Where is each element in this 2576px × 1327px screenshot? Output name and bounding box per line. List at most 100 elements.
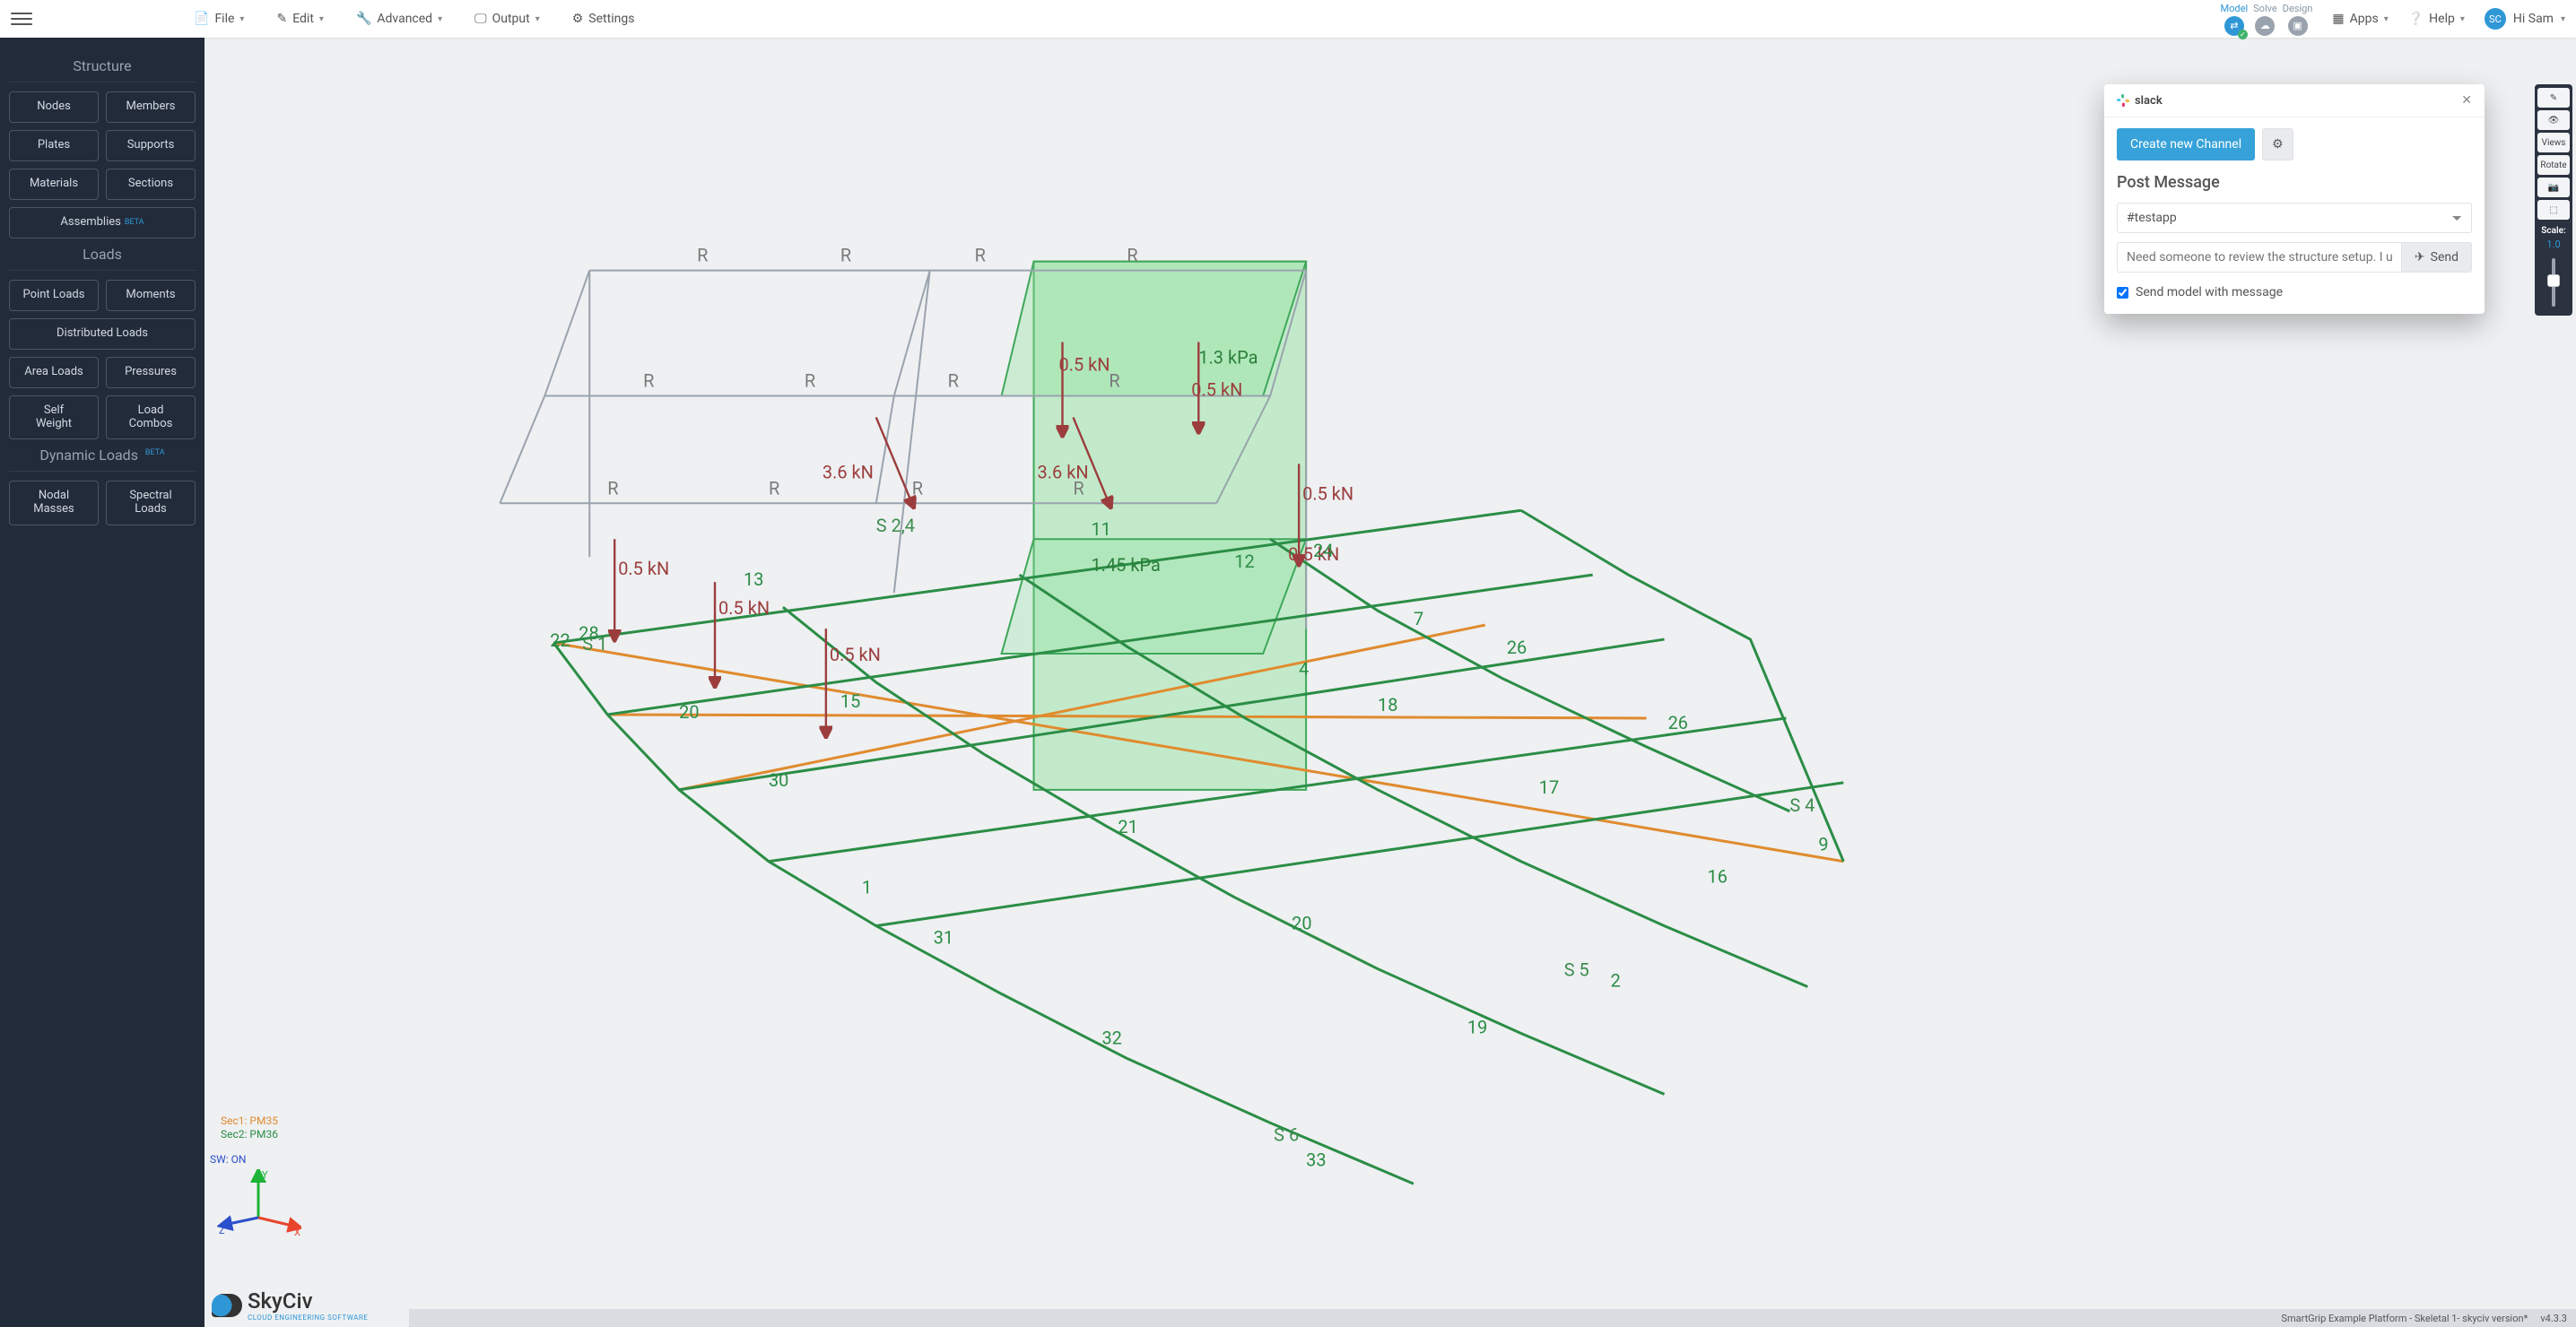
btn-self-weight[interactable]: Self Weight: [9, 395, 99, 440]
menu-settings-label: Settings: [588, 12, 634, 26]
svg-text:20: 20: [1292, 913, 1311, 934]
btn-point-loads[interactable]: Point Loads: [9, 280, 99, 311]
svg-text:R: R: [607, 477, 618, 499]
svg-text:Y: Y: [262, 1169, 268, 1181]
axis-triad: Y X Z: [217, 1169, 301, 1241]
camera-button[interactable]: 📷: [2537, 178, 2570, 197]
send-button[interactable]: ✈ Send: [2401, 242, 2472, 273]
scale-slider-thumb[interactable]: [2547, 274, 2560, 287]
user-greeting: Hi Sam: [2513, 12, 2554, 26]
send-button-label: Send: [2431, 250, 2459, 265]
force-label: 3.6 kN: [1038, 461, 1089, 482]
visibility-button[interactable]: 👁: [2537, 110, 2570, 130]
slack-settings-button[interactable]: ⚙: [2262, 128, 2293, 160]
svg-text:20: 20: [679, 701, 699, 723]
svg-text:22: 22: [550, 629, 570, 651]
menu-edit-label: Edit: [292, 12, 314, 26]
svg-text:12: 12: [1234, 551, 1254, 572]
chevron-down-icon: ▾: [239, 14, 244, 24]
channel-select[interactable]: #testapp: [2117, 203, 2472, 233]
btn-plates[interactable]: Plates: [9, 130, 99, 161]
svg-text:26: 26: [1507, 637, 1527, 658]
force-label: 0.5 kN: [618, 558, 669, 579]
force-label: 0.5 kN: [1302, 482, 1353, 504]
force-label: 0.5 kN: [1059, 353, 1110, 375]
menu-apps[interactable]: ▦ Apps ▾: [2332, 12, 2388, 26]
btn-moments[interactable]: Moments: [106, 280, 196, 311]
slack-panel: slack ✕ Create new Channel ⚙ Post Messag…: [2104, 84, 2485, 314]
menu-apps-label: Apps: [2350, 12, 2379, 26]
user-menu[interactable]: SC Hi Sam ▾: [2485, 8, 2565, 30]
btn-materials[interactable]: Materials: [9, 169, 99, 200]
menu-advanced[interactable]: 🔧 Advanced ▾: [356, 12, 442, 26]
btn-load-combos[interactable]: Load Combos: [106, 395, 196, 440]
monitor-icon: 🖵: [474, 12, 487, 26]
svg-text:X: X: [294, 1227, 300, 1238]
menu-output-label: Output: [492, 12, 530, 26]
tab-solve[interactable]: Solve: [2253, 3, 2277, 14]
menu-settings[interactable]: ⚙ Settings: [572, 12, 635, 26]
send-model-checkbox-row[interactable]: Send model with message: [2117, 285, 2472, 299]
btn-sections[interactable]: Sections: [106, 169, 196, 200]
btn-distributed-loads[interactable]: Distributed Loads: [9, 318, 196, 350]
rotate-button[interactable]: Rotate: [2537, 155, 2570, 175]
post-message-heading: Post Message: [2117, 173, 2472, 192]
apps-grid-icon: ▦: [2332, 12, 2344, 26]
gear-icon: ⚙: [572, 12, 584, 26]
slack-brand: slack: [2117, 94, 2163, 108]
views-button[interactable]: Views: [2537, 133, 2570, 152]
tab-design[interactable]: Design: [2283, 3, 2313, 14]
svg-text:31: 31: [934, 927, 953, 949]
menu-edit[interactable]: ✎ Edit ▾: [276, 12, 323, 26]
btn-spectral-loads[interactable]: Spectral Loads: [106, 481, 196, 525]
menu-help[interactable]: ❔ Help ▾: [2408, 12, 2465, 26]
svg-text:9: 9: [1818, 834, 1828, 855]
send-model-checkbox-label: Send model with message: [2136, 285, 2283, 299]
status-bar: SmartGrip Example Platform - Skeletal 1-…: [409, 1309, 2576, 1327]
message-input[interactable]: [2117, 242, 2401, 273]
tab-model[interactable]: Model: [2221, 3, 2249, 14]
check-badge-icon: ✓: [2238, 30, 2248, 39]
slack-logo-icon: [2117, 94, 2129, 107]
design-icon[interactable]: ▣: [2288, 16, 2308, 36]
btn-nodal-masses[interactable]: Nodal Masses: [9, 481, 99, 525]
svg-text:11: 11: [1091, 518, 1110, 540]
btn-pressures[interactable]: Pressures: [106, 357, 196, 388]
create-channel-button[interactable]: Create new Channel: [2117, 128, 2255, 160]
chevron-down-icon: ▾: [535, 14, 540, 24]
solve-icon[interactable]: ☁: [2255, 16, 2275, 36]
send-model-checkbox[interactable]: [2117, 287, 2128, 299]
svg-text:33: 33: [1306, 1149, 1326, 1170]
model-viewport[interactable]: RRRR RRRR RRRR: [205, 38, 2576, 1327]
svg-text:19: 19: [1467, 1016, 1487, 1037]
sidebar-heading-loads: Loads: [9, 246, 196, 271]
btn-members[interactable]: Members: [106, 91, 196, 123]
file-icon: 📄: [194, 12, 209, 26]
wrench-icon: 🔧: [356, 12, 371, 26]
scale-slider[interactable]: [2552, 258, 2555, 307]
brand-logo: SkyCiv CLOUD ENGINEERING SOFTWARE: [212, 1288, 368, 1322]
btn-area-loads[interactable]: Area Loads: [9, 357, 99, 388]
close-icon[interactable]: ✕: [2461, 93, 2472, 108]
svg-text:R: R: [1109, 369, 1119, 391]
scale-value: 1.0: [2546, 239, 2560, 250]
model-status-icon[interactable]: ⇄✓: [2224, 16, 2244, 36]
svg-text:R: R: [697, 245, 708, 266]
sidebar: Structure Nodes Members Plates Supports …: [0, 38, 205, 1327]
btn-nodes[interactable]: Nodes: [9, 91, 99, 123]
beta-badge: BETA: [125, 218, 144, 227]
menu-file[interactable]: 📄 File ▾: [194, 12, 244, 26]
svg-text:R: R: [975, 245, 986, 266]
svg-text:24: 24: [1313, 540, 1333, 561]
btn-assemblies[interactable]: Assemblies BETA: [9, 207, 196, 239]
pencil-icon: ✎: [276, 12, 287, 26]
box-button[interactable]: ⬚: [2537, 200, 2570, 220]
menu-output[interactable]: 🖵 Output ▾: [474, 12, 540, 26]
btn-supports[interactable]: Supports: [106, 130, 196, 161]
beta-badge: BETA: [145, 448, 165, 457]
pencil-tool-button[interactable]: ✎: [2537, 88, 2570, 108]
svg-text:1: 1: [862, 877, 872, 898]
pressure-label: 1.45 kPa: [1091, 554, 1160, 576]
viewport-toolbar: ✎ 👁 Views Rotate 📷 ⬚ Scale: 1.0: [2535, 84, 2572, 316]
hamburger-icon[interactable]: [11, 8, 32, 30]
